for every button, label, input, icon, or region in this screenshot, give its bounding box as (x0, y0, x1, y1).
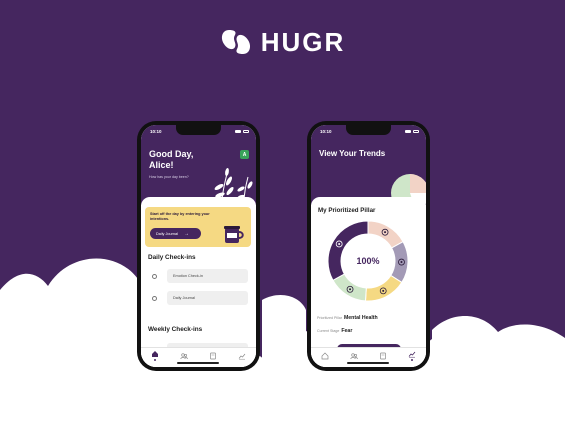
tab-trends[interactable] (406, 350, 418, 362)
donut-center-label: 100% (356, 256, 380, 266)
home-indicator (347, 362, 389, 364)
intention-text: Start off the day by entering your inten… (150, 212, 210, 221)
home-screen: 10:10 Good Day, Alice! How has your day … (141, 125, 256, 367)
phone-trends: 10:10 View Your Trends My Prioritized Pi… (307, 121, 430, 371)
journal-icon (210, 352, 216, 359)
brand-header: HUGR (0, 27, 565, 57)
trends-body: My Prioritized Pillar 100% Prioritized P… (311, 197, 426, 367)
people-icon (350, 352, 358, 359)
trends-icon (408, 351, 415, 358)
daily-journal-button[interactable]: Daily Journal → (150, 228, 201, 239)
journal-icon (380, 352, 386, 359)
brand-name: HUGR (260, 27, 346, 57)
prioritized-pillar-label: Prioritized Pillar (317, 316, 342, 320)
avatar[interactable]: A (240, 150, 249, 159)
status-time: 10:10 (320, 128, 332, 134)
coffee-cup-icon (224, 226, 244, 243)
home-icon (322, 352, 329, 359)
arrow-right-icon: → (183, 230, 189, 237)
status-time: 10:10 (150, 128, 162, 134)
cloud-background (0, 258, 565, 440)
status-icons (405, 129, 419, 133)
checkin-radio[interactable] (152, 273, 157, 279)
tab-bar (311, 347, 426, 367)
active-tab-dot (154, 359, 157, 361)
prioritized-pillar-row: Prioritized Pillar Mental Health (317, 315, 378, 321)
tab-home[interactable] (319, 350, 331, 362)
trends-header: View Your Trends (311, 125, 426, 212)
tab-community[interactable] (178, 350, 190, 362)
tab-journal[interactable] (207, 350, 219, 362)
battery-icon (413, 129, 419, 133)
signal-icon (235, 129, 241, 133)
pillar-donut[interactable]: 100% (324, 217, 412, 305)
promo-stage: HUGR 10:10 Good Day, Alice! How has your… (0, 0, 565, 440)
current-stage-value: Fear (341, 328, 353, 334)
intention-card: Start off the day by entering your inten… (145, 207, 251, 247)
hugr-logo-icon (221, 30, 250, 54)
battery-icon (243, 129, 249, 133)
tab-journal[interactable] (377, 350, 389, 362)
pillar-title: My Prioritized Pillar (318, 207, 376, 214)
daily-journal-button-label: Daily Journal (156, 231, 178, 236)
checkin-label: Daily Journal (167, 291, 248, 305)
weekly-checkins-title: Weekly Check-ins (148, 326, 203, 333)
status-icons (235, 129, 249, 133)
home-icon (152, 351, 159, 357)
prioritized-pillar-value: Mental Health (343, 315, 378, 321)
checkin-radio[interactable] (152, 295, 157, 301)
tab-trends[interactable] (236, 350, 248, 362)
tab-community[interactable] (348, 350, 360, 362)
home-body: Start off the day by entering your inten… (141, 197, 256, 367)
home-header: Good Day, Alice! How has your day been? … (141, 125, 256, 205)
phone-notch (346, 125, 391, 135)
home-indicator (177, 362, 219, 364)
greeting-subtitle: How has your day been? (149, 175, 189, 179)
current-stage-label: Current Stage (317, 329, 340, 333)
tab-bar (141, 347, 256, 367)
current-stage-row: Current Stage Fear (317, 328, 352, 334)
trends-screen: 10:10 View Your Trends My Prioritized Pi… (311, 125, 426, 367)
people-icon (180, 352, 188, 359)
tab-home[interactable] (149, 350, 161, 362)
trends-icon (238, 353, 245, 359)
phone-notch (176, 125, 221, 135)
phone-home: 10:10 Good Day, Alice! How has your day … (137, 121, 260, 371)
checkin-label: Emotion Check-in (167, 269, 248, 283)
checkin-item-emotion[interactable]: Emotion Check-in (148, 269, 248, 283)
daily-checkins-title: Daily Check-ins (148, 254, 196, 261)
active-tab-dot (410, 359, 413, 361)
greeting-title: Good Day, Alice! (149, 149, 194, 170)
page-title: View Your Trends (319, 149, 386, 158)
signal-icon (405, 129, 411, 133)
checkin-item-journal[interactable]: Daily Journal (148, 291, 248, 305)
